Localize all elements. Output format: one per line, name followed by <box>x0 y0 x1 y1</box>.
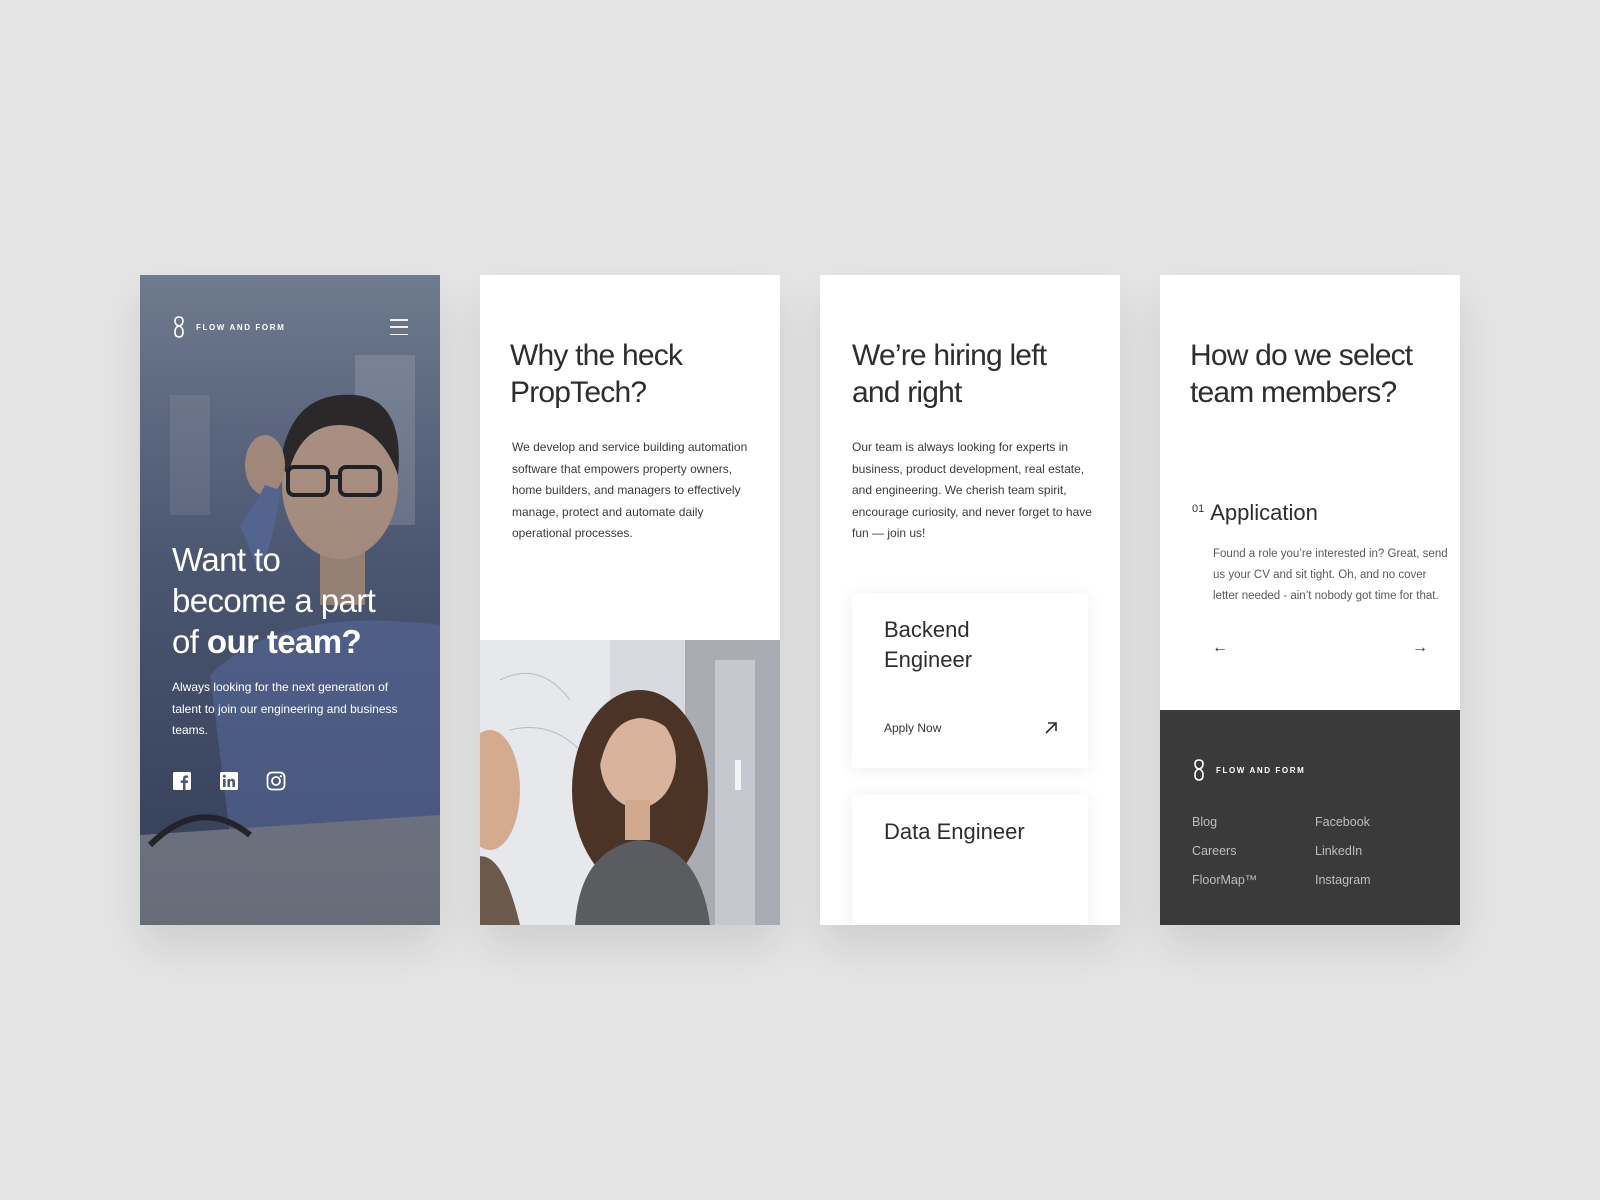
section-body: We develop and service building automati… <box>512 440 748 540</box>
footer-links: Blog Facebook Careers LinkedIn FloorMap™… <box>1192 814 1415 889</box>
hiring-screen: We’re hiring left and right Our team is … <box>820 275 1120 925</box>
hamburger-icon[interactable] <box>390 319 408 335</box>
hero-subtitle: Always looking for the next generation o… <box>172 680 398 737</box>
footer: FLOW AND FORM Blog Facebook Careers Link… <box>1160 710 1460 925</box>
step-navigation: ← → <box>1212 640 1428 656</box>
job-card[interactable]: Backend Engineer Apply Now <box>852 593 1088 768</box>
instagram-icon[interactable] <box>266 771 286 791</box>
arrow-left-icon[interactable]: ← <box>1212 640 1228 656</box>
footer-link-linkedin[interactable]: LinkedIn <box>1315 843 1415 860</box>
job-title: Data Engineer <box>884 819 1025 844</box>
section-title: Why the heck PropTech? <box>510 339 683 409</box>
proptech-screen: Why the heck PropTech? We develop and se… <box>480 275 780 925</box>
team-member-photo <box>480 640 780 925</box>
logo-mark-icon <box>174 316 184 338</box>
section-title: How do we select team members? <box>1190 339 1413 409</box>
hero-title-emphasis: our team? <box>206 623 362 660</box>
footer-link-careers[interactable]: Careers <box>1192 843 1315 860</box>
apply-now-label: Apply Now <box>884 721 942 735</box>
selection-process-screen: How do we select team members? 01 Applic… <box>1160 275 1460 925</box>
hero-title-line3-prefix: of <box>172 623 207 660</box>
brand-name: FLOW AND FORM <box>1216 765 1306 775</box>
facebook-icon[interactable] <box>172 771 192 791</box>
hero-screen: FLOW AND FORM Want to become a part of o… <box>140 275 440 925</box>
hero-title-line2: become a part <box>172 582 376 619</box>
step-body: Found a role you’re interested in? Great… <box>1213 548 1448 602</box>
hero-title: Want to become a part of our team? <box>172 539 417 662</box>
job-title: Backend Engineer <box>884 617 973 672</box>
brand-logo[interactable]: FLOW AND FORM <box>172 315 285 339</box>
logo-mark-icon <box>1194 759 1204 781</box>
footer-link-instagram[interactable]: Instagram <box>1315 872 1415 889</box>
step-number: 01 <box>1192 503 1205 515</box>
arrow-right-icon[interactable]: → <box>1412 640 1428 656</box>
top-nav: FLOW AND FORM <box>172 315 408 339</box>
section-body: Our team is always looking for experts i… <box>852 440 1092 540</box>
section-title: We’re hiring left and right <box>852 339 1047 409</box>
step-title: Application <box>1210 500 1318 525</box>
footer-link-floormap[interactable]: FloorMap™ <box>1192 872 1315 889</box>
linkedin-icon[interactable] <box>219 771 239 791</box>
social-links <box>172 771 286 791</box>
job-card[interactable]: Data Engineer <box>852 795 1088 925</box>
arrow-up-right-icon <box>1045 722 1057 734</box>
brand-logo[interactable]: FLOW AND FORM <box>1192 758 1305 782</box>
apply-now-link[interactable]: Apply Now <box>884 721 1058 735</box>
footer-link-facebook[interactable]: Facebook <box>1315 814 1415 831</box>
brand-name: FLOW AND FORM <box>196 322 286 332</box>
process-step: 01 Application <box>1192 500 1318 526</box>
hero-title-line1: Want to <box>172 541 281 578</box>
footer-link-blog[interactable]: Blog <box>1192 814 1315 831</box>
